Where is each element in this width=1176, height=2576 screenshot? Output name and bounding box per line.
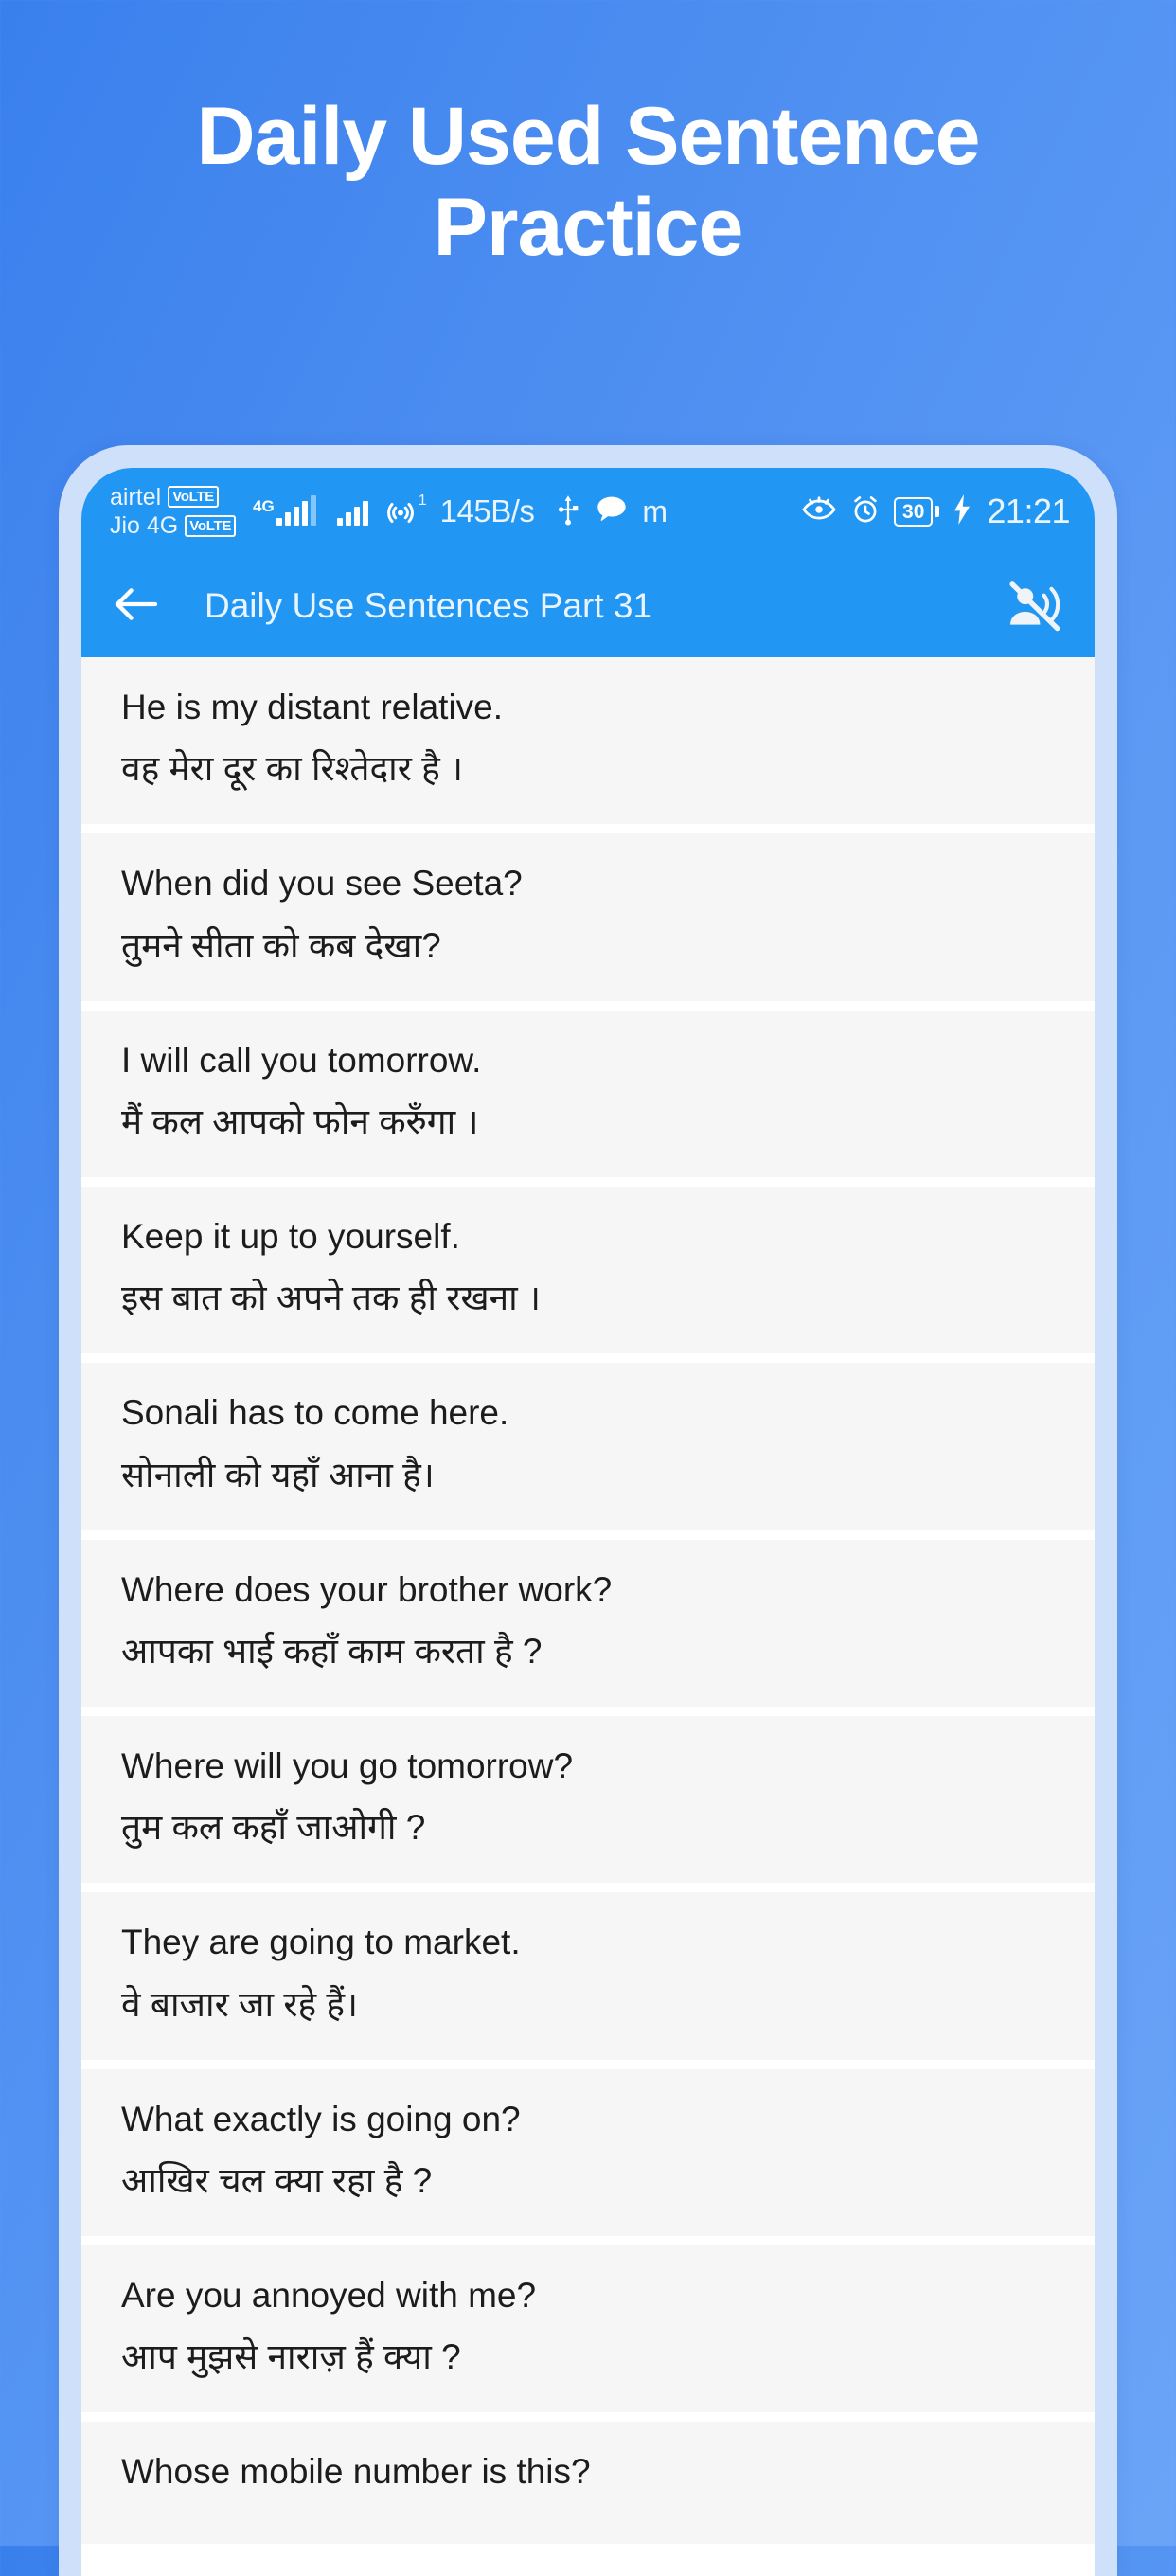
- sentence-english: Are you annoyed with me?: [121, 2276, 537, 2316]
- status-bar: airtel VoLTE Jio 4G VoLTE 4G 1 145B/s m …: [81, 468, 1095, 555]
- phone-mockup-frame: airtel VoLTE Jio 4G VoLTE 4G 1 145B/s m …: [59, 445, 1117, 2576]
- sentence-english: Where does your brother work?: [121, 1569, 613, 1609]
- list-item[interactable]: I will call you tomorrow. मैं कल आपको फो…: [81, 1010, 1095, 1178]
- volte-badge-1: VoLTE: [168, 486, 219, 509]
- network-speed-text: 145B/s: [439, 493, 535, 528]
- alarm-clock-icon: [850, 494, 881, 529]
- sentence-english: Sonali has to come here.: [121, 1393, 509, 1433]
- sentence-list[interactable]: He is my distant relative. वह मेरा दूर क…: [81, 657, 1095, 2576]
- carrier-2-name: Jio 4G: [110, 512, 179, 539]
- chat-bubble-icon: [597, 495, 627, 528]
- phone-screen: airtel VoLTE Jio 4G VoLTE 4G 1 145B/s m …: [81, 468, 1095, 2576]
- sentence-hindi: इस बात को अपने तक ही रखना ।: [121, 1279, 542, 1318]
- signal-bars-sim2-icon: [336, 497, 368, 526]
- sentence-english: When did you see Seeta?: [121, 864, 523, 903]
- signal-bars-sim1-group: 4G: [253, 495, 316, 526]
- list-item[interactable]: Where will you go tomorrow? तुम कल कहाँ …: [81, 1716, 1095, 1884]
- hotspot-icon: 1: [383, 492, 427, 528]
- carrier-row-1: airtel VoLTE: [110, 483, 236, 512]
- signal-bars-icon: [276, 495, 316, 526]
- sentence-english: He is my distant relative.: [121, 688, 504, 726]
- battery-cap: [935, 506, 940, 517]
- status-right-icons: 30 21:21: [801, 492, 1070, 531]
- list-item[interactable]: Are you annoyed with me? आप मुझसे नाराज़…: [81, 2245, 1095, 2413]
- sentence-hindi: आखिर चल क्या रहा है ?: [121, 2161, 433, 2200]
- status-clock: 21:21: [987, 492, 1070, 530]
- sentence-hindi: तुमने सीता को कब देखा?: [121, 925, 441, 965]
- carrier-1-name: airtel: [110, 483, 162, 510]
- sentence-english: They are going to market.: [121, 1923, 521, 1962]
- app-bar: Daily Use Sentences Part 31: [81, 555, 1095, 657]
- sentence-hindi: मैं कल आपको फोन करुँगा ।: [121, 1101, 479, 1141]
- list-item[interactable]: He is my distant relative. वह मेरा दूर क…: [81, 657, 1095, 825]
- carrier-info: airtel VoLTE Jio 4G VoLTE: [110, 483, 237, 541]
- sentence-hindi: सोनाली को यहाँ आना है।: [121, 1455, 435, 1494]
- sentence-english: Where will you go tomorrow?: [121, 1746, 574, 1786]
- carrier-row-2: Jio 4G VoLTE: [110, 511, 237, 541]
- status-mid-icons: m: [555, 493, 668, 530]
- list-item[interactable]: When did you see Seeta? तुमने सीता को कब…: [81, 833, 1095, 1001]
- network-type-label: 4G: [253, 497, 275, 515]
- sentence-hindi: आपका भाई कहाँ काम करता है ?: [121, 1631, 543, 1671]
- sentence-english: I will call you tomorrow.: [121, 1040, 482, 1080]
- moj-app-icon: m: [642, 494, 668, 528]
- sentence-english: What exactly is going on?: [121, 2099, 521, 2138]
- back-arrow-icon[interactable]: [114, 585, 159, 628]
- volte-badge-2: VoLTE: [185, 514, 237, 537]
- list-item[interactable]: What exactly is going on? आखिर चल क्या र…: [81, 2068, 1095, 2237]
- app-bar-title: Daily Use Sentences Part 31: [205, 586, 653, 625]
- voice-over-off-icon[interactable]: [1004, 581, 1062, 632]
- list-item[interactable]: Keep it up to yourself. इस बात को अपने त…: [81, 1187, 1095, 1354]
- usb-icon: [555, 493, 581, 530]
- sentence-hindi: आप मुझसे नाराज़ हैं क्या ?: [121, 2337, 461, 2377]
- sentence-english: Whose mobile number is this?: [121, 2452, 591, 2492]
- eye-protection-icon: [801, 495, 837, 528]
- hotspot-count: 1: [418, 492, 427, 509]
- list-item[interactable]: They are going to market. वे बाजार जा रह…: [81, 1892, 1095, 2060]
- sentence-english: Keep it up to yourself.: [121, 1217, 460, 1257]
- battery-level-text: 30: [894, 496, 934, 527]
- list-item[interactable]: Whose mobile number is this?: [81, 2422, 1095, 2544]
- list-item[interactable]: Sonali has to come here. सोनाली को यहाँ …: [81, 1363, 1095, 1530]
- list-item[interactable]: Where does your brother work? आपका भाई क…: [81, 1539, 1095, 1708]
- sentence-hindi: तुम कल कहाँ जाओगी ?: [121, 1808, 426, 1848]
- charging-bolt-icon: [953, 493, 971, 529]
- page-title: Daily Used Sentence Practice: [196, 91, 980, 274]
- sentence-hindi: वह मेरा दूर का रिश्तेदार है ।: [121, 749, 464, 789]
- sentence-hindi: वे बाजार जा रहे हैं।: [121, 1984, 359, 2024]
- battery-indicator: 30: [894, 496, 940, 527]
